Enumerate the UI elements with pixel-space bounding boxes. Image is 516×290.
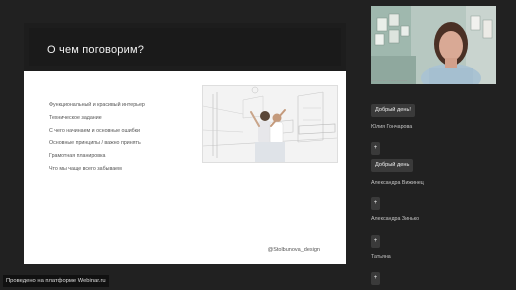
presentation-slide: О чем поговорим? Функциональный и красив… — [24, 23, 346, 264]
agenda-list: Функциональный и красивый интерьер Техни… — [49, 102, 145, 179]
interior-sketch-drawing — [203, 86, 337, 162]
webinar-stage: О чем поговорим? Функциональный и красив… — [0, 0, 516, 290]
agenda-item: С чего начинаем и основные ошибки — [49, 127, 140, 134]
interior-sketch-image — [202, 85, 338, 163]
participant-expand-button[interactable]: + — [371, 272, 380, 285]
agenda-item: Функциональный и красивый интерьер — [49, 102, 145, 108]
slide-header: О чем поговорим? — [24, 23, 346, 71]
participant-name: Юлия Гончарова — [371, 124, 413, 130]
agenda-item: Что мы чаще всего забываем — [49, 165, 122, 172]
agenda-item: Грамотная планировка — [49, 153, 106, 160]
slide-title: О чем поговорим? — [47, 44, 145, 56]
agenda-item: Техническое задание — [49, 114, 102, 121]
participant-name: Татьяна — [371, 254, 391, 260]
participant-expand-button[interactable]: + — [371, 197, 380, 210]
participant-message-button[interactable]: Добрый день! — [371, 104, 415, 117]
participant-name: Александра Вижинец — [371, 180, 424, 186]
participant-name: Ольга Жилова — [371, 80, 407, 83]
presenter-webcam — [371, 6, 496, 84]
participant-expand-button[interactable]: + — [371, 235, 380, 248]
platform-badge-link[interactable]: Проведено на платформе Webinar.ru — [3, 275, 109, 287]
slide-watermark: @Stolbunova_design — [267, 247, 320, 253]
participant-message-button[interactable]: Добрый день — [371, 159, 414, 172]
presenter-video-frame — [371, 6, 496, 84]
agenda-item: Основные принципы / важно принять — [49, 140, 141, 147]
participant-name: Александра Зинько — [371, 216, 420, 222]
